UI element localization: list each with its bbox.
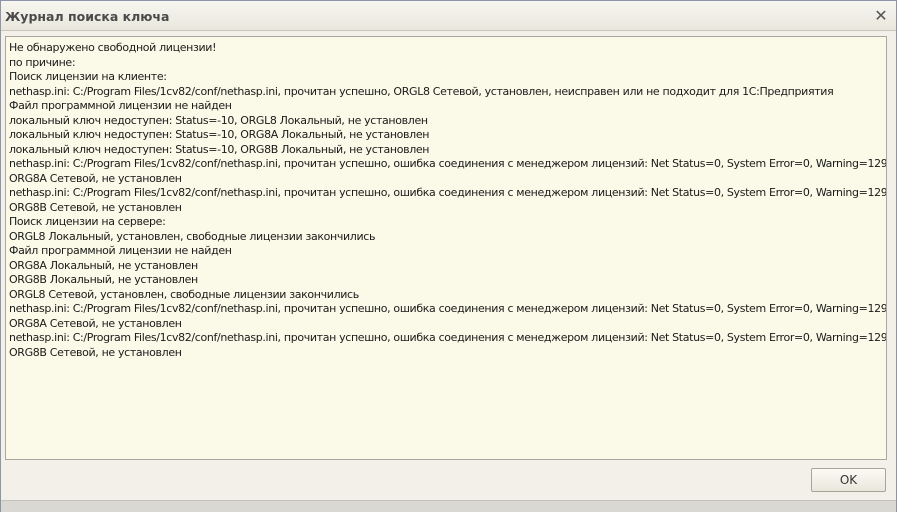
log-line: локальный ключ недоступен: Status=-10, O… [9,142,430,156]
log-line: ORG8B Сетевой, не установлен [9,345,182,359]
log-line: nethasp.ini: C:/Program Files/1cv82/conf… [9,331,887,344]
log-line: ORG8A Локальный, не установлен [9,258,198,272]
log-line: ORG8A Сетевой, не установлен [9,316,182,330]
close-icon[interactable]: ✕ [872,7,890,25]
log-line: Файл программной лицензии не найден [9,99,232,112]
log-line: локальный ключ недоступен: Status=-10, O… [9,113,428,127]
log-text-area[interactable]: Не обнаружено свободной лицензии! по при… [5,36,887,460]
log-line: Поиск лицензии на сервере: [9,215,166,228]
dialog-footer: OK [1,463,896,499]
log-line: локальный ключ недоступен: Status=-10, O… [9,128,430,141]
log-line: ORGL8 Локальный, установлен, свободные л… [9,229,376,243]
log-line: ORGL8 Сетевой, установлен, свободные лиц… [9,287,359,301]
key-search-log-dialog: Журнал поиска ключа ✕ Не обнаружено своб… [0,0,897,512]
dialog-title: Журнал поиска ключа [5,9,170,24]
log-line: nethasp.ini: C:/Program Files/1cv82/conf… [9,84,834,98]
log-line: Файл программной лицензии не найден [9,244,232,257]
log-line: ORG8A Сетевой, не установлен [9,171,182,185]
log-line: nethasp.ini: C:/Program Files/1cv82/conf… [9,186,887,199]
log-line: Поиск лицензии на клиенте: [9,70,167,83]
log-line: nethasp.ini: C:/Program Files/1cv82/conf… [9,157,887,170]
window-bottom-edge [1,500,896,512]
log-line: ORG8B Сетевой, не установлен [9,200,182,214]
log-line: ORG8B Локальный, не установлен [9,273,198,286]
title-bar: Журнал поиска ключа ✕ [1,1,896,31]
log-line: Не обнаружено свободной лицензии! [9,41,217,54]
log-line: nethasp.ini: C:/Program Files/1cv82/conf… [9,302,887,315]
ok-button[interactable]: OK [811,468,886,492]
log-line: по причине: [9,55,76,69]
